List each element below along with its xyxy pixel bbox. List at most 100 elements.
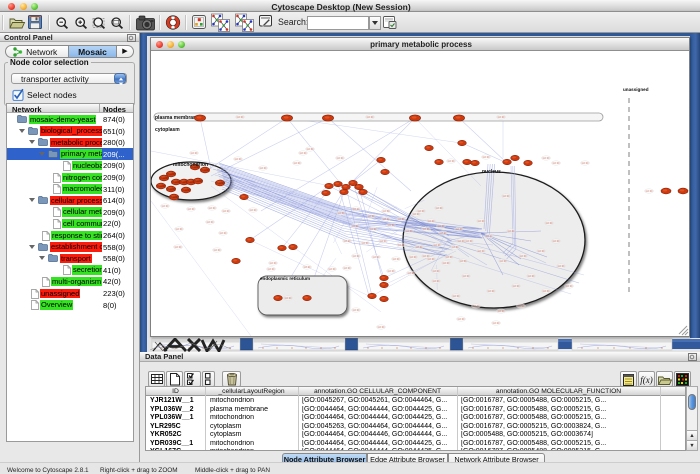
svg-text:GO:00: GO:00 bbox=[487, 290, 495, 293]
svg-text:GO:00: GO:00 bbox=[299, 152, 307, 155]
svg-text:GO:00: GO:00 bbox=[477, 250, 485, 253]
svg-text:GO:00: GO:00 bbox=[352, 208, 360, 211]
svg-text:GO:00: GO:00 bbox=[337, 212, 345, 215]
svg-text:YGR00: YGR00 bbox=[216, 182, 225, 185]
svg-text:GO:00: GO:00 bbox=[455, 228, 463, 231]
svg-text:GO:00: GO:00 bbox=[293, 162, 301, 165]
svg-text:GO:00: GO:00 bbox=[459, 260, 467, 263]
svg-text:GO:00: GO:00 bbox=[361, 242, 369, 245]
svg-text:YGR00: YGR00 bbox=[160, 177, 169, 180]
svg-text:GO:00: GO:00 bbox=[412, 213, 420, 216]
svg-text:endoplasmic reticulum: endoplasmic reticulum bbox=[260, 276, 310, 281]
svg-text:GO:00: GO:00 bbox=[433, 244, 441, 247]
svg-text:GO:00: GO:00 bbox=[557, 265, 565, 268]
svg-text:GO:00: GO:00 bbox=[432, 270, 440, 273]
svg-text:GO:00: GO:00 bbox=[447, 160, 455, 163]
svg-text:GO:00: GO:00 bbox=[472, 305, 480, 308]
svg-text:GO:00: GO:00 bbox=[161, 205, 169, 208]
svg-text:GO:00: GO:00 bbox=[439, 232, 447, 235]
svg-text:GO:00: GO:00 bbox=[379, 240, 387, 243]
svg-text:GO:00: GO:00 bbox=[175, 228, 183, 231]
svg-text:YGR00: YGR00 bbox=[201, 169, 210, 172]
svg-text:GO:00: GO:00 bbox=[387, 270, 395, 273]
svg-text:GO:00: GO:00 bbox=[435, 207, 443, 210]
svg-text:GO:00: GO:00 bbox=[645, 190, 653, 193]
svg-text:GO:00: GO:00 bbox=[442, 262, 450, 265]
svg-text:GO:00: GO:00 bbox=[542, 290, 550, 293]
svg-text:GO:00: GO:00 bbox=[517, 305, 525, 308]
svg-text:GO:00: GO:00 bbox=[497, 310, 505, 313]
svg-text:GO:00: GO:00 bbox=[492, 322, 500, 325]
svg-text:GO:00: GO:00 bbox=[387, 224, 395, 227]
svg-text:unassigned: unassigned bbox=[623, 87, 649, 92]
svg-text:GO:00: GO:00 bbox=[382, 210, 390, 213]
svg-text:GO:00: GO:00 bbox=[465, 240, 473, 243]
svg-text:GO:00: GO:00 bbox=[462, 275, 470, 278]
svg-text:GO:00: GO:00 bbox=[397, 218, 405, 221]
svg-text:GO:00: GO:00 bbox=[542, 157, 550, 160]
svg-text:GO:00: GO:00 bbox=[234, 158, 242, 161]
svg-text:GO:00: GO:00 bbox=[565, 285, 573, 288]
svg-text:GO:00: GO:00 bbox=[452, 295, 460, 298]
svg-text:GO:00: GO:00 bbox=[222, 210, 230, 213]
svg-text:GO:00: GO:00 bbox=[392, 258, 400, 261]
svg-text:GO:00: GO:00 bbox=[352, 309, 360, 312]
svg-text:GO:00: GO:00 bbox=[445, 256, 453, 259]
svg-text:GO:00: GO:00 bbox=[507, 230, 515, 233]
svg-text:GO:00: GO:00 bbox=[581, 162, 589, 165]
svg-text:YGR00: YGR00 bbox=[167, 188, 176, 191]
svg-text:GO:00: GO:00 bbox=[249, 209, 257, 212]
svg-text:GO:00: GO:00 bbox=[407, 272, 415, 275]
svg-text:YGR00: YGR00 bbox=[157, 185, 166, 188]
svg-text:GO:00: GO:00 bbox=[409, 256, 417, 259]
svg-text:GO:00: GO:00 bbox=[336, 157, 344, 160]
svg-text:GO:00: GO:00 bbox=[351, 225, 359, 228]
svg-text:cytoplasm: cytoplasm bbox=[155, 127, 180, 133]
svg-text:GO:00: GO:00 bbox=[432, 280, 440, 283]
svg-text:GO:00: GO:00 bbox=[303, 266, 311, 269]
svg-text:nucleus: nucleus bbox=[482, 169, 501, 175]
svg-text:mitochondrion: mitochondrion bbox=[173, 162, 208, 168]
svg-text:GO:00: GO:00 bbox=[206, 221, 214, 224]
svg-text:GO:00: GO:00 bbox=[174, 246, 182, 249]
svg-text:GO:00: GO:00 bbox=[397, 244, 405, 247]
svg-text:GO:00: GO:00 bbox=[537, 250, 545, 253]
svg-text:GO:00: GO:00 bbox=[366, 116, 374, 119]
svg-text:GO:00: GO:00 bbox=[328, 268, 336, 271]
svg-text:f(x): f(x) bbox=[640, 375, 653, 385]
svg-text:GO:00: GO:00 bbox=[497, 116, 505, 119]
svg-text:YGR00: YGR00 bbox=[182, 189, 191, 192]
svg-text:GO:00: GO:00 bbox=[512, 285, 520, 288]
svg-text:GO:00: GO:00 bbox=[527, 275, 535, 278]
svg-text:GO:00: GO:00 bbox=[485, 235, 493, 238]
svg-text:GO:00: GO:00 bbox=[208, 207, 216, 210]
svg-text:GO:00: GO:00 bbox=[451, 246, 459, 249]
svg-text:GO:00: GO:00 bbox=[267, 268, 275, 271]
svg-text:GO:00: GO:00 bbox=[190, 152, 198, 155]
svg-text:plasma membrane: plasma membrane bbox=[155, 115, 199, 121]
svg-text:GO:00: GO:00 bbox=[437, 225, 445, 228]
svg-text:GO:00: GO:00 bbox=[236, 116, 244, 119]
svg-text:GO:00: GO:00 bbox=[306, 148, 314, 151]
svg-text:GO:00: GO:00 bbox=[269, 262, 277, 265]
svg-text:GO:00: GO:00 bbox=[382, 218, 390, 221]
svg-text:GO:00: GO:00 bbox=[499, 260, 507, 263]
svg-text:GO:00: GO:00 bbox=[427, 258, 435, 261]
svg-text:GO:00: GO:00 bbox=[405, 230, 413, 233]
svg-text:GO:00: GO:00 bbox=[213, 249, 221, 252]
svg-text:GO:00: GO:00 bbox=[457, 240, 465, 243]
svg-text:GO:00: GO:00 bbox=[519, 255, 527, 258]
svg-text:GO:00: GO:00 bbox=[284, 297, 292, 300]
svg-text:GO:00: GO:00 bbox=[259, 167, 267, 170]
svg-text:GO:00: GO:00 bbox=[545, 222, 553, 225]
svg-text:GO:00: GO:00 bbox=[343, 240, 351, 243]
svg-text:YGR00: YGR00 bbox=[194, 180, 203, 183]
svg-text:GO:00: GO:00 bbox=[352, 255, 360, 258]
svg-text:YGR00: YGR00 bbox=[170, 196, 179, 199]
svg-text:GO:00: GO:00 bbox=[187, 208, 195, 211]
svg-text:GO:00: GO:00 bbox=[415, 246, 423, 249]
svg-text:GO:00: GO:00 bbox=[372, 256, 380, 259]
svg-text:GO:00: GO:00 bbox=[552, 240, 560, 243]
svg-text:YGR00: YGR00 bbox=[167, 173, 176, 176]
svg-text:GO:00: GO:00 bbox=[552, 162, 560, 165]
